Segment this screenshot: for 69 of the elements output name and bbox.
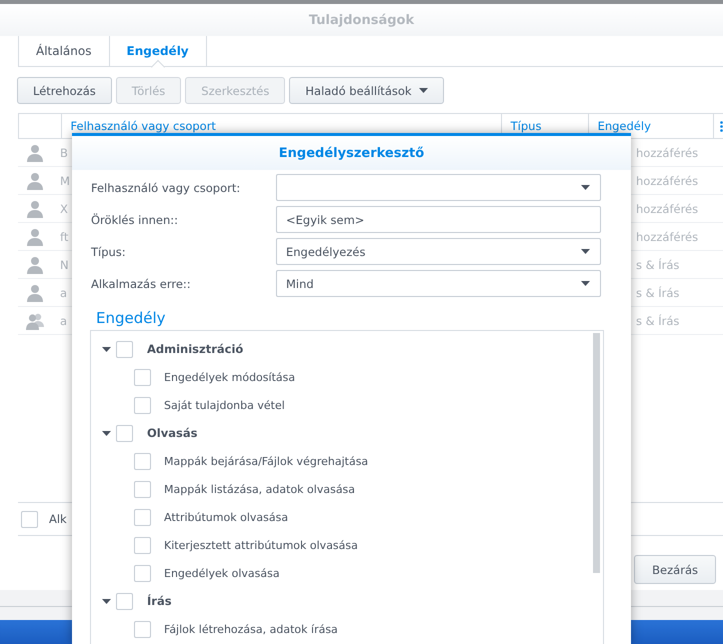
checkbox[interactable] xyxy=(134,368,151,386)
permission-label: Kiterjesztett attribútumok olvasása xyxy=(164,538,358,552)
group-icon xyxy=(26,312,44,330)
table-cell-text: M xyxy=(59,174,70,188)
permission-group: Írás xyxy=(147,594,172,608)
checkbox[interactable] xyxy=(134,396,151,414)
user-icon xyxy=(26,228,44,246)
checkbox[interactable] xyxy=(134,508,151,526)
tab[interactable]: Általános xyxy=(18,36,108,66)
checkbox[interactable] xyxy=(116,340,133,358)
table-cell-text: B xyxy=(59,146,68,160)
dropdown-button[interactable]: Haladó beállítások xyxy=(289,77,444,104)
scrollbar[interactable] xyxy=(593,333,600,573)
caret-icon xyxy=(581,185,590,190)
permission-label: Engedélyek módosítása xyxy=(164,370,296,384)
section-title: Engedély xyxy=(96,309,166,327)
field-label: Típus: xyxy=(91,244,127,258)
table-cell-text: s & Írás xyxy=(636,314,680,328)
checkbox-label: Alk xyxy=(49,512,67,526)
user-icon xyxy=(26,144,44,162)
permission-label: Mappák listázása, adatok olvasása xyxy=(164,482,356,496)
dropdown-field[interactable]: Engedélyezés xyxy=(276,238,601,265)
field-label: Alkalmazás erre:: xyxy=(91,276,192,290)
table-cell-text: ft xyxy=(59,230,68,244)
dropdown-field[interactable] xyxy=(276,174,601,201)
table-cell-text: a xyxy=(59,286,68,300)
table-cell-text: s & Írás xyxy=(636,286,680,300)
caret-icon xyxy=(581,281,590,286)
caret-icon xyxy=(581,249,590,254)
checkbox[interactable] xyxy=(134,480,151,498)
user-icon xyxy=(26,200,44,218)
permission-label: Fájlok létrehozása, adatok írása xyxy=(164,622,338,636)
toolbar-button[interactable]: Létrehozás xyxy=(17,77,112,104)
caret-icon xyxy=(418,88,428,93)
checkbox[interactable] xyxy=(134,620,151,638)
table-cell-text: X xyxy=(59,202,68,216)
user-icon xyxy=(26,256,44,274)
permission-label: Saját tulajdonba vétel xyxy=(164,398,285,412)
table-cell-text: hozzáférés xyxy=(636,230,700,244)
checkbox[interactable] xyxy=(116,424,133,442)
permission-group: Adminisztráció xyxy=(147,342,244,356)
checkbox[interactable] xyxy=(134,452,151,470)
field-label: Öröklés innen:: xyxy=(91,212,180,226)
expanded-arrow-icon[interactable] xyxy=(102,598,110,604)
dropdown-field[interactable]: Mind xyxy=(276,270,601,297)
dialog-title: Engedélyszerkesztő xyxy=(278,146,424,160)
checkbox[interactable] xyxy=(116,592,133,610)
permission-label: Engedélyek olvasása xyxy=(164,566,280,580)
table-cell-text: a xyxy=(59,314,68,328)
permission-label: Attribútumok olvasása xyxy=(164,510,288,524)
permission-group: Olvasás xyxy=(147,426,198,440)
expanded-arrow-icon[interactable] xyxy=(102,346,110,352)
table-cell-text: s & Írás xyxy=(636,258,680,272)
checkbox[interactable] xyxy=(134,536,151,554)
checkbox[interactable] xyxy=(21,510,38,528)
window-title: Tulajdonságok xyxy=(308,12,414,28)
permission-label: Mappák bejárása/Fájlok végrehajtása xyxy=(164,454,368,468)
user-icon xyxy=(26,284,44,302)
input-field[interactable]: <Egyik sem> xyxy=(276,206,601,233)
field-label: Felhasználó vagy csoport: xyxy=(91,180,242,194)
close-button[interactable]: Bezárás xyxy=(634,555,716,584)
table-cell-text: hozzáférés xyxy=(636,202,700,216)
table-cell-text: hozzáférés xyxy=(636,146,700,160)
checkbox[interactable] xyxy=(134,564,151,582)
expanded-arrow-icon[interactable] xyxy=(102,430,110,436)
user-icon xyxy=(26,172,44,190)
table-cell-text: N xyxy=(59,258,69,272)
table-cell-text: hozzáférés xyxy=(636,174,700,188)
more-icon[interactable] xyxy=(720,120,723,132)
